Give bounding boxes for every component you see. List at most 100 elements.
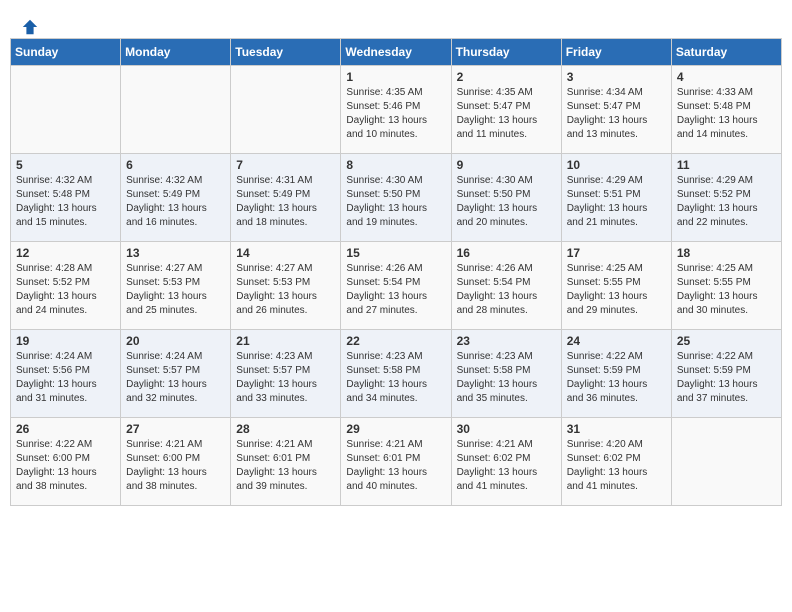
cell-content: Sunrise: 4:35 AM Sunset: 5:46 PM Dayligh… — [346, 86, 445, 142]
day-number: 30 — [457, 422, 556, 436]
weekday-header-tuesday: Tuesday — [231, 39, 341, 66]
calendar-cell: 2 Sunrise: 4:35 AM Sunset: 5:47 PM Daylig… — [451, 66, 561, 154]
day-number: 17 — [567, 246, 666, 260]
calendar-cell — [11, 66, 121, 154]
cell-content: Sunrise: 4:30 AM Sunset: 5:50 PM Dayligh… — [346, 174, 445, 230]
calendar-cell: 15 Sunrise: 4:26 AM Sunset: 5:54 PM Dayli… — [341, 242, 451, 330]
day-number: 19 — [16, 334, 115, 348]
day-number: 3 — [567, 70, 666, 84]
day-number: 23 — [457, 334, 556, 348]
calendar-cell: 4 Sunrise: 4:33 AM Sunset: 5:48 PM Daylig… — [671, 66, 781, 154]
calendar-cell: 1 Sunrise: 4:35 AM Sunset: 5:46 PM Daylig… — [341, 66, 451, 154]
cell-content: Sunrise: 4:22 AM Sunset: 5:59 PM Dayligh… — [677, 350, 776, 406]
cell-content: Sunrise: 4:29 AM Sunset: 5:52 PM Dayligh… — [677, 174, 776, 230]
cell-content: Sunrise: 4:21 AM Sunset: 6:02 PM Dayligh… — [457, 438, 556, 494]
weekday-header-sunday: Sunday — [11, 39, 121, 66]
calendar-cell — [121, 66, 231, 154]
logo-icon — [21, 18, 39, 36]
calendar-cell: 13 Sunrise: 4:27 AM Sunset: 5:53 PM Dayli… — [121, 242, 231, 330]
calendar-cell: 28 Sunrise: 4:21 AM Sunset: 6:01 PM Dayli… — [231, 418, 341, 506]
cell-content: Sunrise: 4:32 AM Sunset: 5:49 PM Dayligh… — [126, 174, 225, 230]
weekday-header-thursday: Thursday — [451, 39, 561, 66]
cell-content: Sunrise: 4:21 AM Sunset: 6:00 PM Dayligh… — [126, 438, 225, 494]
calendar-cell: 12 Sunrise: 4:28 AM Sunset: 5:52 PM Dayli… — [11, 242, 121, 330]
cell-content: Sunrise: 4:34 AM Sunset: 5:47 PM Dayligh… — [567, 86, 666, 142]
day-number: 29 — [346, 422, 445, 436]
calendar-cell: 3 Sunrise: 4:34 AM Sunset: 5:47 PM Daylig… — [561, 66, 671, 154]
cell-content: Sunrise: 4:32 AM Sunset: 5:48 PM Dayligh… — [16, 174, 115, 230]
calendar-cell: 7 Sunrise: 4:31 AM Sunset: 5:49 PM Daylig… — [231, 154, 341, 242]
calendar-cell: 16 Sunrise: 4:26 AM Sunset: 5:54 PM Dayli… — [451, 242, 561, 330]
calendar-cell: 21 Sunrise: 4:23 AM Sunset: 5:57 PM Dayli… — [231, 330, 341, 418]
calendar-cell: 5 Sunrise: 4:32 AM Sunset: 5:48 PM Daylig… — [11, 154, 121, 242]
day-number: 2 — [457, 70, 556, 84]
cell-content: Sunrise: 4:23 AM Sunset: 5:58 PM Dayligh… — [457, 350, 556, 406]
calendar-cell: 6 Sunrise: 4:32 AM Sunset: 5:49 PM Daylig… — [121, 154, 231, 242]
day-number: 28 — [236, 422, 335, 436]
calendar-cell: 20 Sunrise: 4:24 AM Sunset: 5:57 PM Dayli… — [121, 330, 231, 418]
cell-content: Sunrise: 4:21 AM Sunset: 6:01 PM Dayligh… — [236, 438, 335, 494]
cell-content: Sunrise: 4:33 AM Sunset: 5:48 PM Dayligh… — [677, 86, 776, 142]
calendar-cell: 26Sunrise: 4:22 AM Sunset: 6:00 PM Dayli… — [11, 418, 121, 506]
cell-content: Sunrise: 4:30 AM Sunset: 5:50 PM Dayligh… — [457, 174, 556, 230]
calendar-cell — [231, 66, 341, 154]
day-number: 4 — [677, 70, 776, 84]
day-number: 27 — [126, 422, 225, 436]
day-number: 7 — [236, 158, 335, 172]
weekday-header-saturday: Saturday — [671, 39, 781, 66]
cell-content: Sunrise: 4:26 AM Sunset: 5:54 PM Dayligh… — [346, 262, 445, 318]
cell-content: Sunrise: 4:27 AM Sunset: 5:53 PM Dayligh… — [236, 262, 335, 318]
cell-content: Sunrise: 4:22 AM Sunset: 5:59 PM Dayligh… — [567, 350, 666, 406]
day-number: 31 — [567, 422, 666, 436]
day-number: 11 — [677, 158, 776, 172]
day-number: 6 — [126, 158, 225, 172]
calendar-cell: 9 Sunrise: 4:30 AM Sunset: 5:50 PM Daylig… — [451, 154, 561, 242]
cell-content: Sunrise: 4:20 AM Sunset: 6:02 PM Dayligh… — [567, 438, 666, 494]
calendar-cell: 19 Sunrise: 4:24 AM Sunset: 5:56 PM Dayli… — [11, 330, 121, 418]
calendar-cell: 14 Sunrise: 4:27 AM Sunset: 5:53 PM Dayli… — [231, 242, 341, 330]
day-number: 16 — [457, 246, 556, 260]
cell-content: Sunrise: 4:29 AM Sunset: 5:51 PM Dayligh… — [567, 174, 666, 230]
cell-content: Sunrise: 4:35 AM Sunset: 5:47 PM Dayligh… — [457, 86, 556, 142]
day-number: 22 — [346, 334, 445, 348]
day-number: 21 — [236, 334, 335, 348]
day-number: 9 — [457, 158, 556, 172]
day-number: 5 — [16, 158, 115, 172]
weekday-header-friday: Friday — [561, 39, 671, 66]
day-number: 20 — [126, 334, 225, 348]
cell-content: Sunrise: 4:24 AM Sunset: 5:57 PM Dayligh… — [126, 350, 225, 406]
day-number: 14 — [236, 246, 335, 260]
calendar-cell: 17 Sunrise: 4:25 AM Sunset: 5:55 PM Dayli… — [561, 242, 671, 330]
calendar-cell: 22 Sunrise: 4:23 AM Sunset: 5:58 PM Dayli… — [341, 330, 451, 418]
calendar-cell: 24Sunrise: 4:22 AM Sunset: 5:59 PM Dayli… — [561, 330, 671, 418]
day-number: 1 — [346, 70, 445, 84]
cell-content: Sunrise: 4:24 AM Sunset: 5:56 PM Dayligh… — [16, 350, 115, 406]
day-number: 13 — [126, 246, 225, 260]
calendar-cell: 18 Sunrise: 4:25 AM Sunset: 5:55 PM Dayli… — [671, 242, 781, 330]
calendar-cell: 27 Sunrise: 4:21 AM Sunset: 6:00 PM Dayli… — [121, 418, 231, 506]
logo — [20, 18, 39, 30]
day-number: 8 — [346, 158, 445, 172]
day-number: 15 — [346, 246, 445, 260]
weekday-header-monday: Monday — [121, 39, 231, 66]
day-number: 25 — [677, 334, 776, 348]
calendar-cell: 31 Sunrise: 4:20 AM Sunset: 6:02 PM Dayli… — [561, 418, 671, 506]
calendar-cell: 11 Sunrise: 4:29 AM Sunset: 5:52 PM Dayli… — [671, 154, 781, 242]
cell-content: Sunrise: 4:23 AM Sunset: 5:57 PM Dayligh… — [236, 350, 335, 406]
calendar-cell: 8 Sunrise: 4:30 AM Sunset: 5:50 PM Daylig… — [341, 154, 451, 242]
cell-content: Sunrise: 4:27 AM Sunset: 5:53 PM Dayligh… — [126, 262, 225, 318]
cell-content: Sunrise: 4:23 AM Sunset: 5:58 PM Dayligh… — [346, 350, 445, 406]
day-number: 10 — [567, 158, 666, 172]
calendar-cell: 25 Sunrise: 4:22 AM Sunset: 5:59 PM Dayli… — [671, 330, 781, 418]
calendar-cell: 30 Sunrise: 4:21 AM Sunset: 6:02 PM Dayli… — [451, 418, 561, 506]
cell-content: Sunrise: 4:25 AM Sunset: 5:55 PM Dayligh… — [567, 262, 666, 318]
calendar-cell: 29Sunrise: 4:21 AM Sunset: 6:01 PM Dayli… — [341, 418, 451, 506]
cell-content: Sunrise: 4:26 AM Sunset: 5:54 PM Dayligh… — [457, 262, 556, 318]
calendar-cell: 10 Sunrise: 4:29 AM Sunset: 5:51 PM Dayli… — [561, 154, 671, 242]
cell-content: Sunrise: 4:28 AM Sunset: 5:52 PM Dayligh… — [16, 262, 115, 318]
day-number: 18 — [677, 246, 776, 260]
cell-content: Sunrise: 4:31 AM Sunset: 5:49 PM Dayligh… — [236, 174, 335, 230]
day-number: 12 — [16, 246, 115, 260]
cell-content: Sunrise: 4:25 AM Sunset: 5:55 PM Dayligh… — [677, 262, 776, 318]
day-number: 26 — [16, 422, 115, 436]
